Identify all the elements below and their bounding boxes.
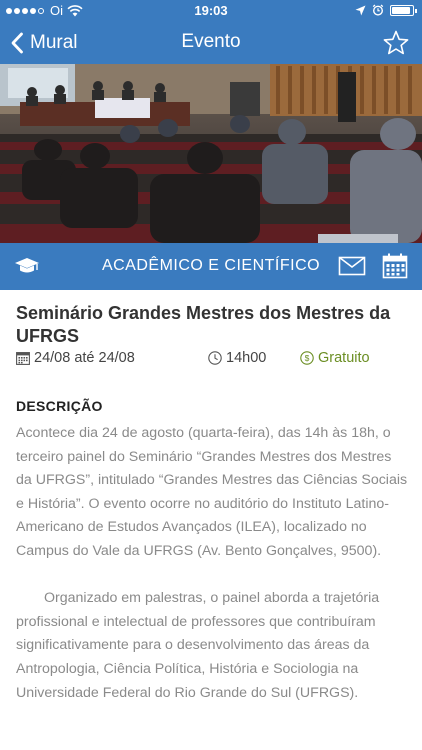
mail-icon[interactable] [338, 255, 366, 277]
location-arrow-icon [355, 5, 366, 15]
alarm-icon [372, 4, 384, 16]
category-bar: ACADÊMICO E CIENTÍFICO [0, 243, 422, 290]
event-time: 14h00 [208, 350, 266, 366]
clock-icon [208, 351, 222, 365]
navigation-bar: Mural Evento [0, 22, 422, 64]
description-paragraph: Acontece dia 24 de agosto (quarta-feira)… [16, 425, 408, 559]
event-photo [0, 64, 422, 243]
event-date-text: 24/08 até 24/08 [34, 350, 135, 366]
back-button[interactable]: Mural [10, 28, 78, 58]
status-icons [355, 4, 417, 16]
battery-icon [390, 4, 417, 16]
favorite-star-icon[interactable] [382, 29, 410, 57]
status-bar: Oi 19:03 [0, 0, 422, 22]
event-meta: 24/08 até 24/08 14h00 $ Gratuito [16, 350, 408, 372]
description-paragraph: Organizado em palestras, o painel aborda… [16, 590, 380, 701]
event-date: 24/08 até 24/08 [16, 350, 135, 366]
calendar-icon [16, 352, 30, 365]
coin-dollar-icon: $ [300, 351, 314, 365]
event-title: Seminário Grandes Mestres dos Mestres da… [16, 303, 391, 346]
description-body: Acontece dia 24 de agosto (quarta-feira)… [16, 422, 410, 705]
description-heading: DESCRIÇÃO [16, 398, 103, 414]
event-price: $ Gratuito [300, 350, 370, 366]
back-button-label: Mural [30, 32, 78, 53]
add-to-calendar-icon[interactable] [382, 253, 408, 279]
svg-text:$: $ [305, 353, 310, 363]
event-time-text: 14h00 [226, 350, 267, 366]
chevron-left-icon [11, 32, 23, 54]
event-price-text: Gratuito [318, 350, 370, 366]
